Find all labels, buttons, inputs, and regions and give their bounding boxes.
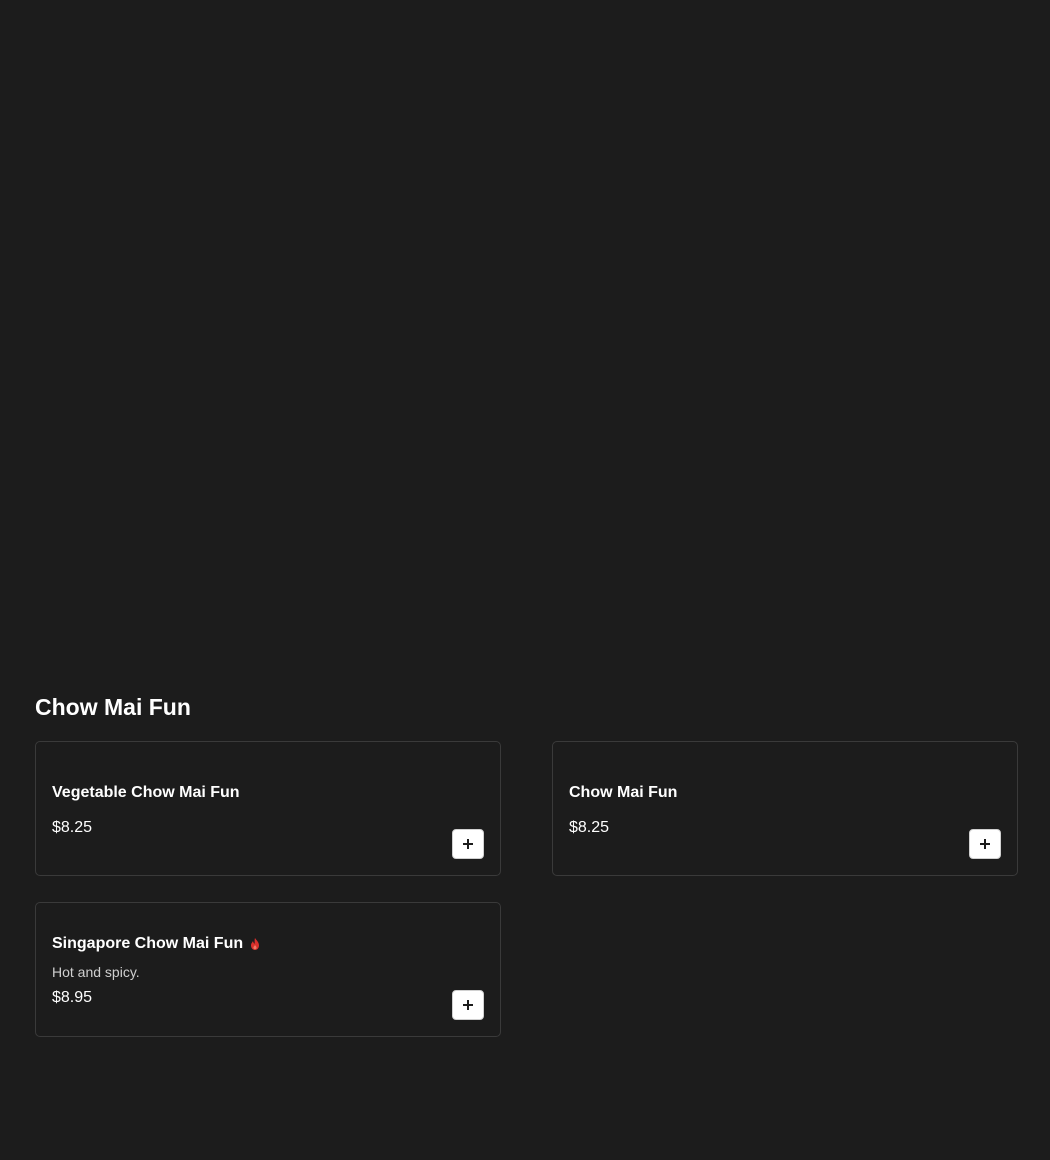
plus-icon — [463, 839, 473, 849]
menu-item-card[interactable]: Chow Mai Fun $8.25 — [552, 741, 1018, 876]
item-name-row: Singapore Chow Mai Fun — [52, 935, 262, 953]
add-item-button[interactable] — [452, 990, 484, 1020]
menu-section: Chow Mai Fun Vegetable Chow Mai Fun $8.2… — [35, 690, 1021, 1037]
item-name: Chow Mai Fun — [569, 784, 678, 801]
item-name: Vegetable Chow Mai Fun — [52, 784, 240, 801]
menu-item-card[interactable]: Vegetable Chow Mai Fun $8.25 — [35, 741, 501, 876]
item-description: Hot and spicy. — [52, 964, 140, 980]
item-name: Singapore Chow Mai Fun — [52, 935, 244, 952]
item-price: $8.25 — [52, 819, 93, 836]
plus-icon — [980, 839, 990, 849]
add-item-button[interactable] — [452, 829, 484, 859]
spicy-fire-icon — [251, 938, 260, 950]
plus-icon — [463, 1000, 473, 1010]
item-price: $8.95 — [52, 989, 93, 1006]
item-price: $8.25 — [569, 819, 610, 836]
menu-item-card[interactable]: Singapore Chow Mai Fun Hot and spicy. $8… — [35, 902, 501, 1037]
section-title: Chow Mai Fun — [35, 694, 191, 720]
add-item-button[interactable] — [969, 829, 1001, 859]
menu-page: Chow Mai Fun Vegetable Chow Mai Fun $8.2… — [0, 0, 1050, 1160]
